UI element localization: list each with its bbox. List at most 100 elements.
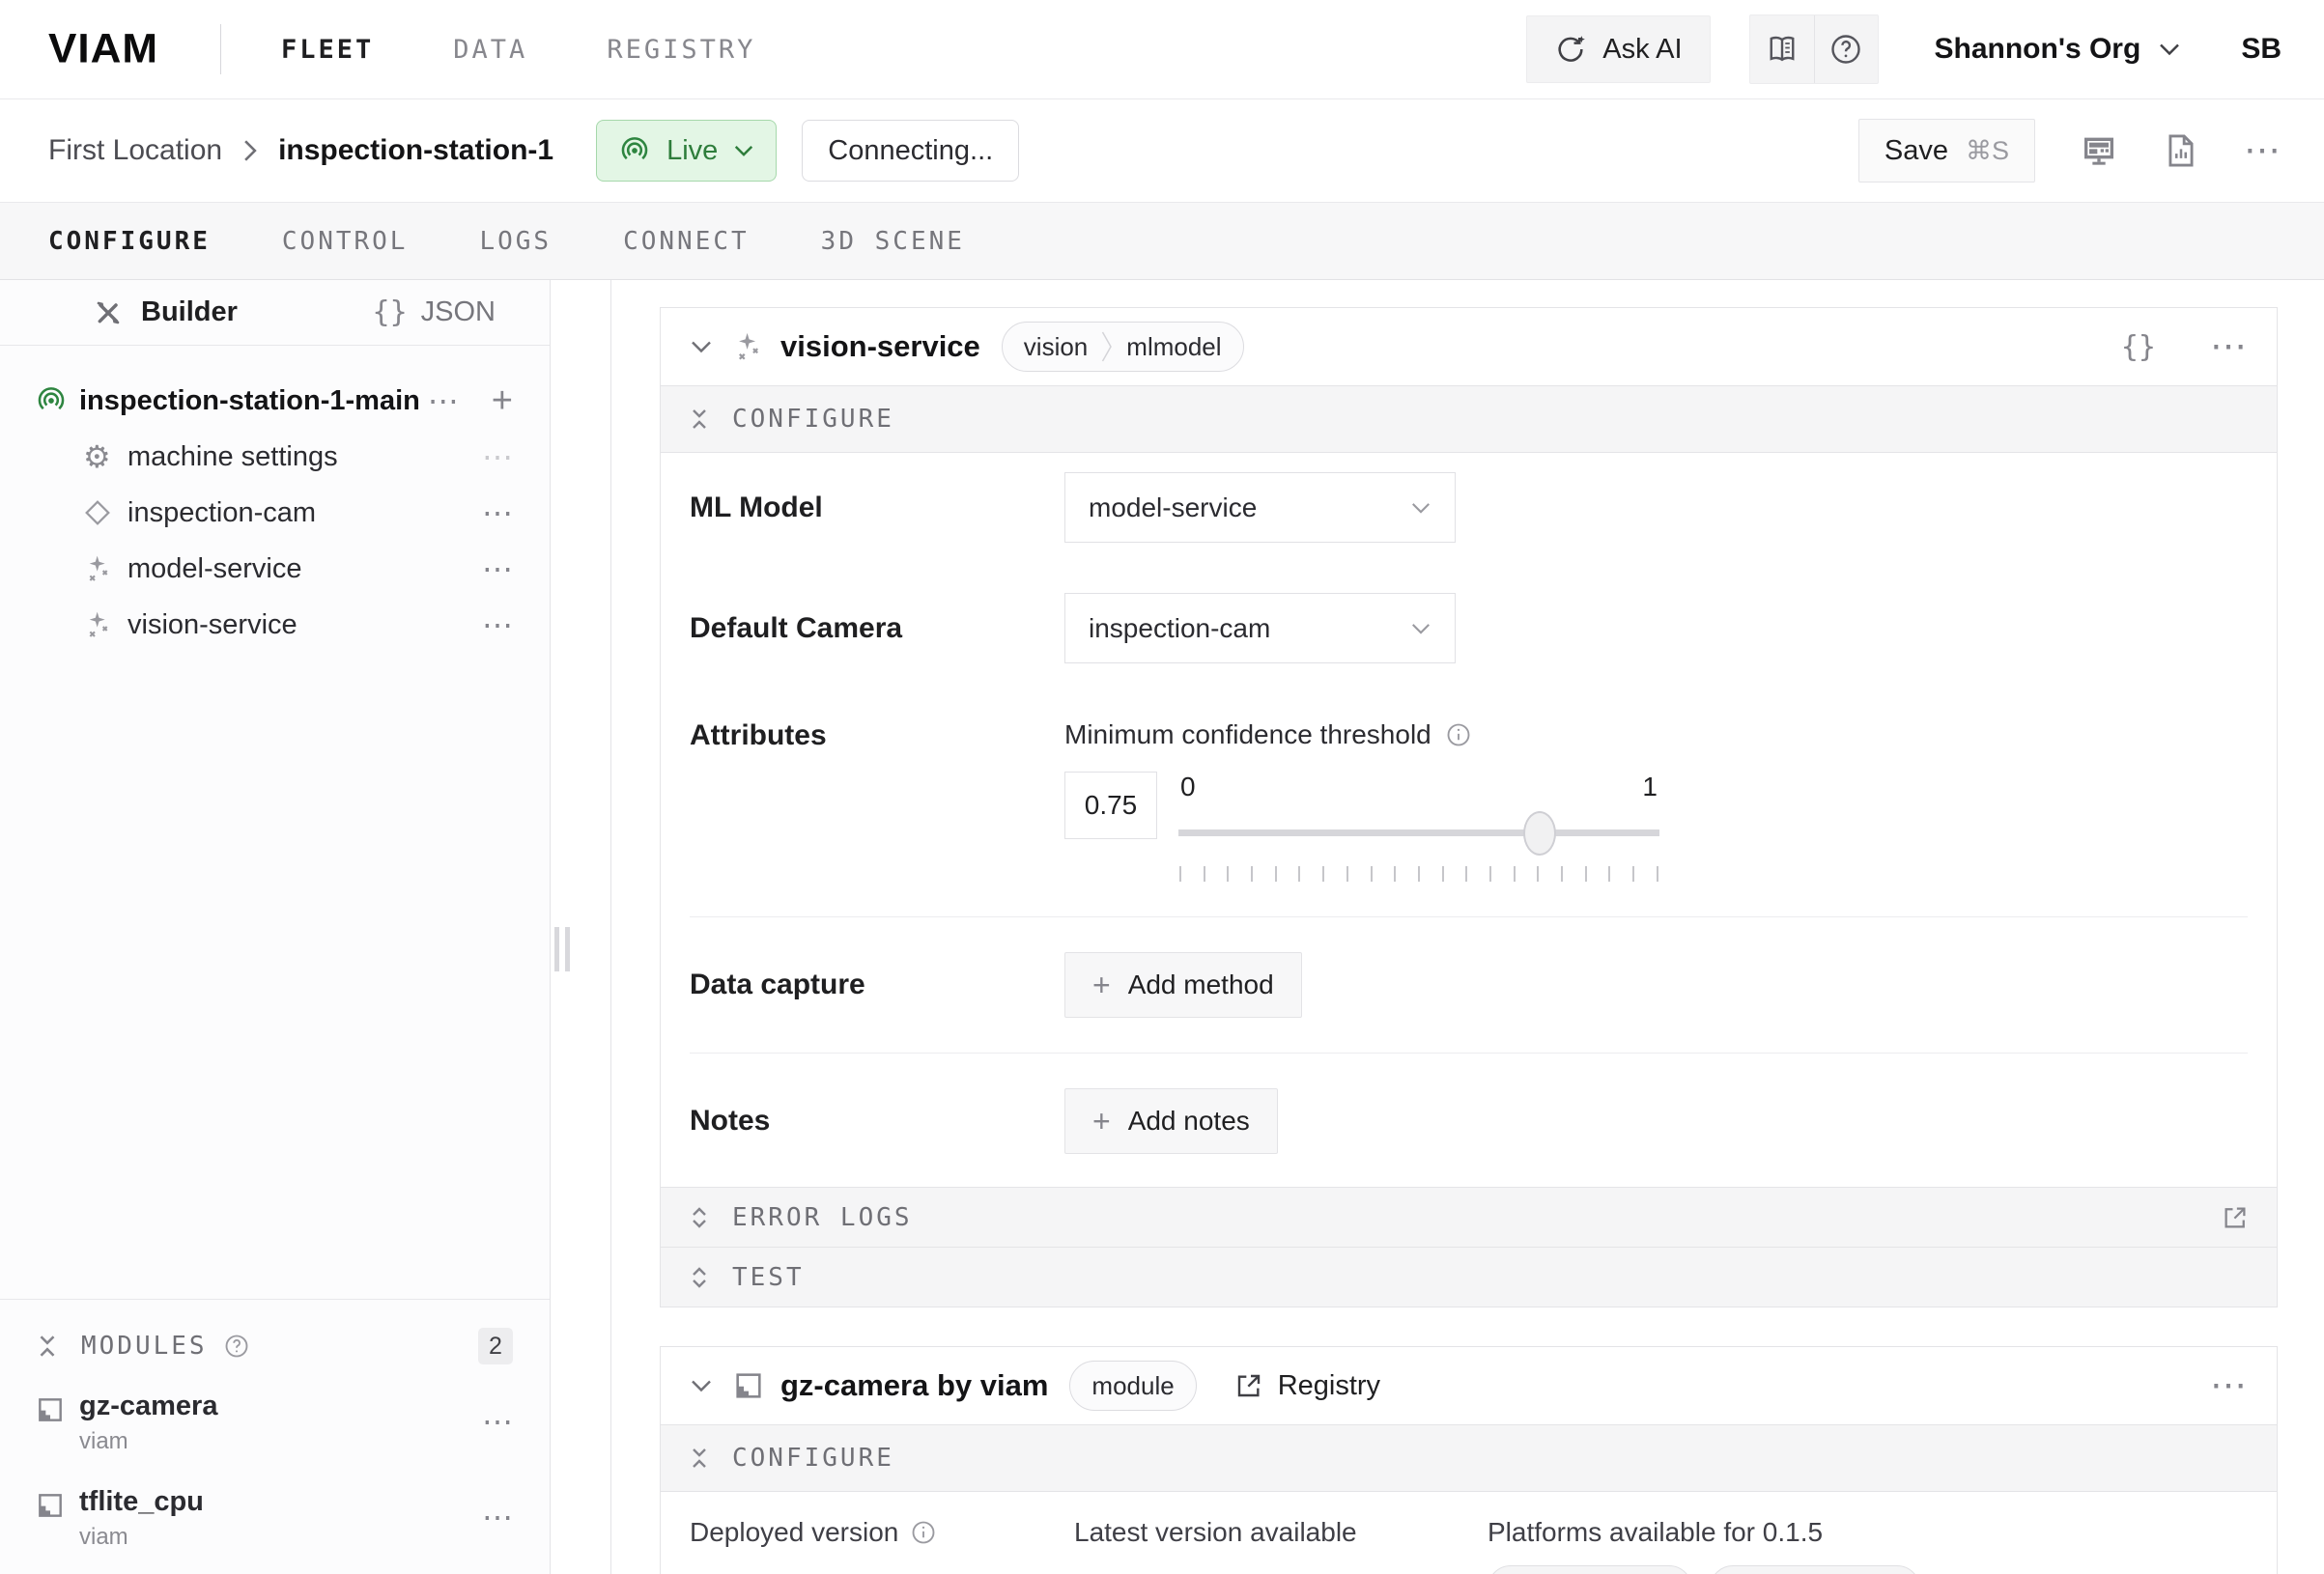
vision-card-title: vision-service: [780, 329, 980, 364]
tree-item-machine-settings[interactable]: ⚙ machine settings ⋯: [0, 429, 550, 485]
module-menu-button[interactable]: ⋯: [482, 1502, 513, 1532]
crossed-tools-icon: [93, 297, 124, 328]
item-menu-button[interactable]: ⋯: [482, 553, 513, 584]
docs-button[interactable]: [1750, 15, 1814, 83]
add-method-label: Add method: [1128, 970, 1274, 1000]
breadcrumb-location[interactable]: First Location: [48, 134, 222, 167]
content-area: Builder {} JSON inspection: [0, 280, 2324, 1574]
notes-label: Notes: [690, 1105, 1064, 1138]
machine-toolbar: First Location inspection-station-1 Live…: [0, 99, 2324, 203]
raw-json-button[interactable]: {}: [2121, 330, 2156, 364]
primary-nav: FLEET DATA REGISTRY: [281, 35, 755, 65]
open-external-icon[interactable]: [2221, 1203, 2250, 1232]
chevron-down-icon: [1410, 501, 1431, 515]
nav-registry[interactable]: REGISTRY: [607, 35, 755, 65]
default-camera-select[interactable]: inspection-cam: [1064, 593, 1456, 663]
section-divider: [690, 1053, 2248, 1054]
threshold-input[interactable]: [1064, 772, 1157, 839]
builder-label: Builder: [141, 296, 238, 328]
collapse-chevron-icon[interactable]: [690, 339, 713, 354]
ml-model-row: ML Model model-service: [690, 472, 2248, 543]
user-avatar[interactable]: SB: [2241, 33, 2281, 66]
slider-min-label: 0: [1180, 772, 1196, 802]
tree-item-model-service[interactable]: model-service ⋯: [0, 541, 550, 597]
book-icon: [1765, 32, 1800, 67]
module-card-title: gz-camera by viam: [780, 1368, 1048, 1403]
ml-model-select[interactable]: model-service: [1064, 472, 1456, 543]
logs-document-button[interactable]: [2163, 131, 2199, 170]
json-mode-button[interactable]: {} JSON: [373, 295, 496, 329]
machine-part-tree: inspection-station-1-main ⋯ + ⚙ machine …: [0, 346, 550, 1299]
slider-track[interactable]: [1178, 829, 1659, 836]
part-menu-button[interactable]: ⋯: [428, 385, 459, 416]
tab-3d-scene[interactable]: 3D SCENE: [821, 227, 965, 256]
module-icon: [732, 1369, 765, 1402]
card-menu-button[interactable]: ⋯: [2210, 328, 2248, 365]
test-strip[interactable]: TEST: [661, 1247, 2277, 1307]
module-card-header: gz-camera by viam module Registry: [661, 1347, 2277, 1424]
module-org: viam: [79, 1428, 217, 1455]
panel-resize-handle[interactable]: [554, 927, 570, 971]
control-monitor-button[interactable]: [2080, 131, 2118, 170]
default-camera-value: inspection-cam: [1089, 613, 1270, 644]
info-icon[interactable]: [1445, 721, 1472, 748]
modules-section: MODULES 2: [0, 1299, 550, 1574]
deployed-version-label: Deployed version: [690, 1517, 898, 1548]
help-circle-icon: [1828, 32, 1863, 67]
tree-item-main-part[interactable]: inspection-station-1-main ⋯ +: [0, 373, 550, 429]
save-button[interactable]: Save ⌘S: [1858, 119, 2035, 183]
nav-fleet[interactable]: FLEET: [281, 35, 374, 65]
live-status-dropdown[interactable]: Live: [596, 120, 777, 182]
add-notes-label: Add notes: [1128, 1106, 1250, 1137]
tab-connect[interactable]: CONNECT: [623, 227, 750, 256]
help-button[interactable]: [1814, 15, 1878, 83]
module-version-info: Deployed version 0.1.5 Latest version: [661, 1492, 2277, 1574]
add-component-button[interactable]: +: [492, 382, 513, 419]
threshold-slider: 0 1: [1178, 772, 1659, 882]
card-menu-button[interactable]: ⋯: [2210, 1367, 2248, 1404]
add-method-button[interactable]: + Add method: [1064, 952, 1302, 1018]
tab-configure[interactable]: CONFIGURE: [48, 227, 211, 256]
vision-configure-strip[interactable]: CONFIGURE: [661, 385, 2277, 453]
module-configure-strip[interactable]: CONFIGURE: [661, 1424, 2277, 1492]
item-menu-button[interactable]: ⋯: [482, 441, 513, 472]
open-external-icon: [1233, 1370, 1264, 1401]
collapse-vertical-icon[interactable]: [35, 1334, 60, 1359]
json-label: JSON: [421, 296, 496, 328]
viam-logo[interactable]: VIAM: [48, 26, 158, 72]
add-notes-button[interactable]: + Add notes: [1064, 1088, 1278, 1154]
item-menu-button[interactable]: ⋯: [482, 609, 513, 640]
org-switcher[interactable]: Shannon's Org: [1935, 33, 2182, 66]
toolbar-more-button[interactable]: ⋯: [2244, 132, 2281, 169]
info-icon[interactable]: [910, 1519, 937, 1546]
tree-item-inspection-cam[interactable]: inspection-cam ⋯: [0, 485, 550, 541]
item-menu-button[interactable]: ⋯: [482, 497, 513, 528]
threshold-label: Minimum confidence threshold: [1064, 719, 1431, 750]
connecting-button[interactable]: Connecting...: [802, 120, 1019, 182]
save-label: Save: [1885, 135, 1948, 167]
help-circle-icon[interactable]: [223, 1333, 250, 1360]
collapse-chevron-icon[interactable]: [690, 1378, 713, 1393]
tab-logs[interactable]: LOGS: [479, 227, 552, 256]
service-sparkle-icon: [732, 330, 765, 363]
module-menu-button[interactable]: ⋯: [482, 1406, 513, 1437]
module-row-gz-camera[interactable]: gz-camera viam ⋯: [0, 1373, 550, 1469]
tree-item-label: inspection-cam: [128, 497, 316, 529]
builder-mode-button[interactable]: Builder: [93, 296, 238, 328]
nav-data[interactable]: DATA: [453, 35, 527, 65]
module-name: gz-camera: [79, 1391, 217, 1422]
slider-ticks: [1178, 866, 1659, 882]
tab-control[interactable]: CONTROL: [282, 227, 409, 256]
platform-pills: linux arm64 linux amd64: [1488, 1565, 1920, 1574]
module-row-tflite-cpu[interactable]: tflite_cpu viam ⋯: [0, 1469, 550, 1564]
vision-config-form: ML Model model-service Default Camera in…: [661, 453, 2277, 1187]
nav-divider: [220, 24, 221, 74]
ask-ai-button[interactable]: Ask AI: [1526, 15, 1710, 83]
registry-link[interactable]: Registry: [1233, 1370, 1380, 1402]
error-logs-strip[interactable]: ERROR LOGS: [661, 1187, 2277, 1247]
gz-camera-module-card: gz-camera by viam module Registry: [660, 1346, 2278, 1574]
slider-handle[interactable]: [1523, 811, 1556, 856]
modules-header: MODULES 2: [0, 1319, 550, 1373]
configure-strip-label: CONFIGURE: [732, 405, 894, 434]
tree-item-vision-service[interactable]: vision-service ⋯: [0, 597, 550, 653]
